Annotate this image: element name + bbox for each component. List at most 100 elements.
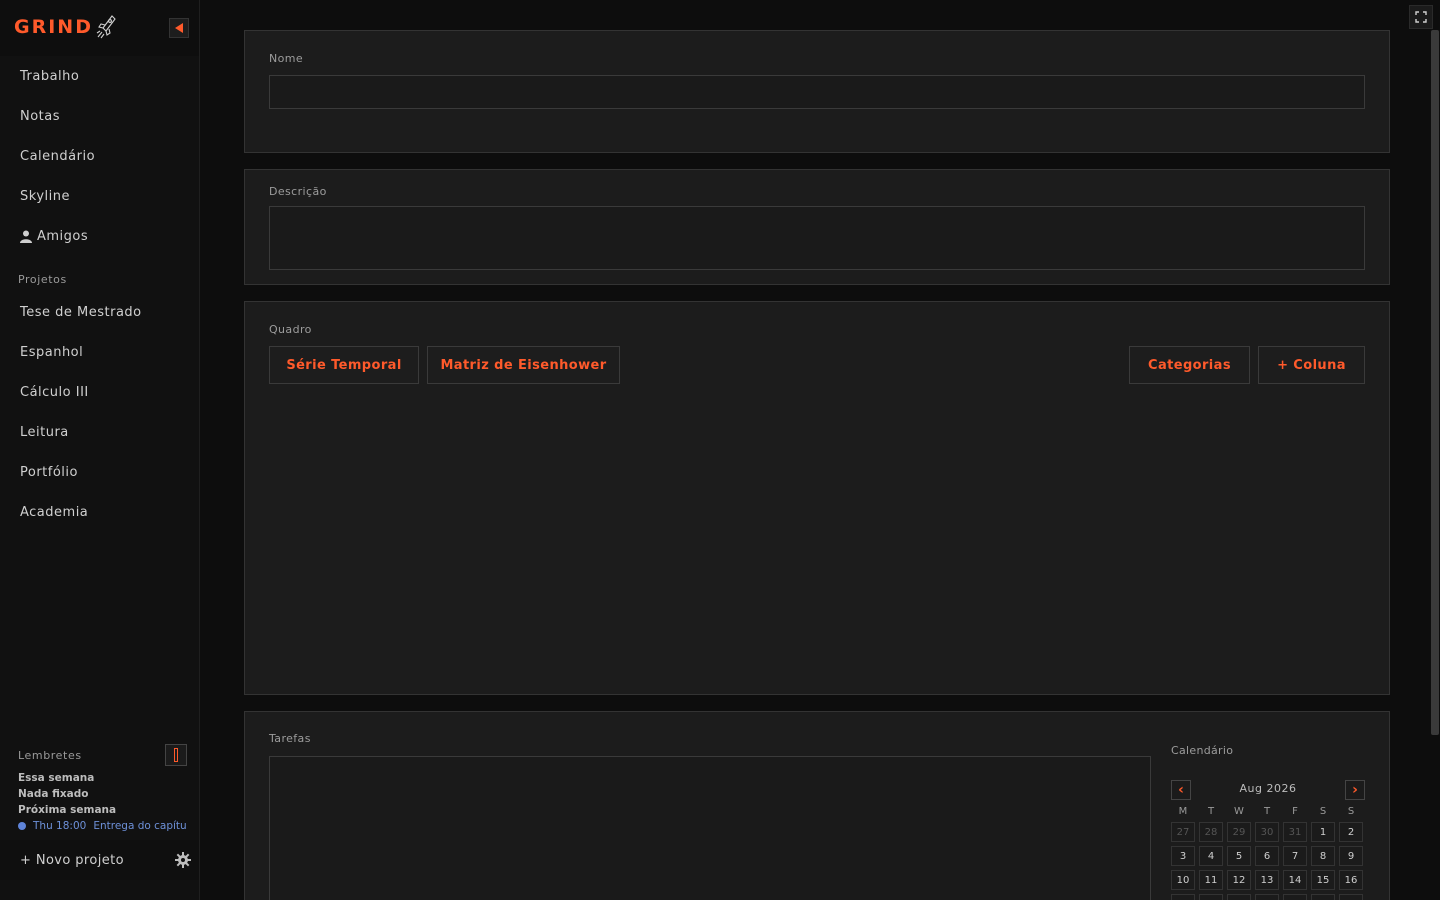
calendar-day[interactable] <box>1339 894 1363 900</box>
project-item-tese[interactable]: Tese de Mestrado <box>0 292 199 332</box>
calendar-weekday: T <box>1263 806 1271 817</box>
project-item-academia[interactable]: Academia <box>0 492 199 532</box>
calendar-day[interactable]: 10 <box>1171 870 1195 890</box>
nav-item-calendario[interactable]: Calendário <box>0 136 199 176</box>
time-series-button[interactable]: Série Temporal <box>269 346 419 384</box>
calendar-day[interactable]: 27 <box>1171 822 1195 842</box>
calendar-day[interactable]: 8 <box>1311 846 1335 866</box>
calendar-day[interactable]: 11 <box>1199 870 1223 890</box>
calendar-day[interactable] <box>1199 894 1223 900</box>
calendar-day[interactable]: 15 <box>1311 870 1335 890</box>
calendar-day[interactable]: 28 <box>1199 822 1223 842</box>
calendar-weekday: S <box>1347 806 1355 817</box>
project-label: Cálculo III <box>20 384 89 400</box>
bar-icon <box>174 748 178 762</box>
calendar-day[interactable]: 3 <box>1171 846 1195 866</box>
calendar-day[interactable] <box>1283 894 1307 900</box>
calendar-label: Calendário <box>1171 744 1234 757</box>
calendar-day[interactable]: 29 <box>1227 822 1251 842</box>
project-label: Leitura <box>20 424 69 440</box>
nav-label: Calendário <box>20 148 96 164</box>
description-textarea[interactable] <box>269 206 1365 270</box>
nav-label: Notas <box>20 108 61 124</box>
rocket-logo-icon <box>96 15 116 39</box>
calendar-day[interactable]: 13 <box>1255 870 1279 890</box>
reminders-nothing-pinned: Nada fixado <box>18 788 89 800</box>
board-card: Quadro Série Temporal Matriz de Eisenhow… <box>244 301 1390 695</box>
nav-item-skyline[interactable]: Skyline <box>0 176 199 216</box>
description-card: Descrição <box>244 169 1390 285</box>
calendar-weekday: T <box>1207 806 1215 817</box>
reminders-panel: Lembretes Essa semana Nada fixado Próxim… <box>0 740 199 834</box>
fullscreen-button[interactable] <box>1409 5 1433 29</box>
tasks-card: Tarefas Calendário ‹ Aug 2026 › MTWTFSS2… <box>244 711 1390 900</box>
calendar-day[interactable]: 14 <box>1283 870 1307 890</box>
calendar-day[interactable] <box>1227 894 1251 900</box>
calendar-day[interactable]: 9 <box>1339 846 1363 866</box>
reminders-toggle-button[interactable] <box>165 744 187 766</box>
project-item-leitura[interactable]: Leitura <box>0 412 199 452</box>
add-column-button[interactable]: + Coluna <box>1258 346 1365 384</box>
sidebar-footer: + Novo projeto <box>0 840 199 880</box>
calendar-weekday: W <box>1234 806 1244 817</box>
reminders-title: Lembretes <box>18 749 82 762</box>
calendar-day[interactable]: 30 <box>1255 822 1279 842</box>
nav-item-trabalho[interactable]: Trabalho <box>0 56 199 96</box>
calendar-day[interactable]: 31 <box>1283 822 1307 842</box>
reminders-this-week: Essa semana <box>18 772 95 784</box>
project-label: Espanhol <box>20 344 84 360</box>
nav-label: Trabalho <box>20 68 80 84</box>
project-label: Academia <box>20 504 89 520</box>
calendar-weekday: M <box>1178 806 1188 817</box>
calendar-month: Aug 2026 <box>1239 782 1297 795</box>
name-input[interactable] <box>269 75 1365 109</box>
gear-icon[interactable] <box>175 852 191 868</box>
project-item-calculo[interactable]: Cálculo III <box>0 372 199 412</box>
calendar-day[interactable]: 12 <box>1227 870 1251 890</box>
main-nav: Trabalho Notas Calendário Skyline Amigos <box>0 56 199 256</box>
reminders-next-week: Próxima semana <box>18 804 117 816</box>
calendar-day[interactable]: 4 <box>1199 846 1223 866</box>
sidebar: GRIND Trabalho Notas Calendário Skyline … <box>0 0 200 900</box>
scrollbar-thumb[interactable] <box>1431 30 1439 735</box>
reminder-event[interactable]: Thu 18:00 Entrega do capítulo <box>0 818 187 834</box>
projects-nav: Tese de Mestrado Espanhol Cálculo III Le… <box>0 292 199 532</box>
nav-label: Skyline <box>20 188 70 204</box>
calendar-day[interactable]: 6 <box>1255 846 1279 866</box>
description-label: Descrição <box>269 185 327 198</box>
tasks-list[interactable] <box>269 756 1151 900</box>
tasks-label: Tarefas <box>269 732 311 745</box>
calendar-day[interactable]: 1 <box>1311 822 1335 842</box>
calendar-next-button[interactable]: › <box>1345 780 1365 800</box>
event-text: Entrega do capítulo <box>93 820 187 832</box>
calendar-weekday: F <box>1292 806 1298 817</box>
projects-section-label: Projetos <box>18 273 67 286</box>
calendar-day[interactable]: 2 <box>1339 822 1363 842</box>
eisenhower-matrix-button[interactable]: Matriz de Eisenhower <box>427 346 620 384</box>
categories-button[interactable]: Categorias <box>1129 346 1250 384</box>
expand-icon <box>1415 11 1427 23</box>
board-label: Quadro <box>269 323 312 336</box>
person-icon <box>20 230 32 243</box>
nav-label: Amigos <box>37 228 89 244</box>
project-label: Tese de Mestrado <box>20 304 142 320</box>
triangle-left-icon <box>175 23 183 33</box>
name-label: Nome <box>269 52 304 65</box>
project-item-espanhol[interactable]: Espanhol <box>0 332 199 372</box>
calendar-day[interactable]: 7 <box>1283 846 1307 866</box>
calendar-day[interactable] <box>1171 894 1195 900</box>
sidebar-header: GRIND <box>0 0 199 56</box>
project-item-portfolio[interactable]: Portfólio <box>0 452 199 492</box>
calendar-day[interactable] <box>1311 894 1335 900</box>
calendar-day[interactable] <box>1255 894 1279 900</box>
new-project-button[interactable]: + Novo projeto <box>0 853 124 868</box>
calendar-day[interactable]: 5 <box>1227 846 1251 866</box>
project-label: Portfólio <box>20 464 78 480</box>
nav-item-notas[interactable]: Notas <box>0 96 199 136</box>
event-time: Thu 18:00 <box>33 820 87 832</box>
brand-name[interactable]: GRIND <box>14 16 93 38</box>
calendar-day[interactable]: 16 <box>1339 870 1363 890</box>
nav-item-amigos[interactable]: Amigos <box>0 216 199 256</box>
collapse-sidebar-button[interactable] <box>169 18 189 38</box>
name-card: Nome <box>244 30 1390 153</box>
